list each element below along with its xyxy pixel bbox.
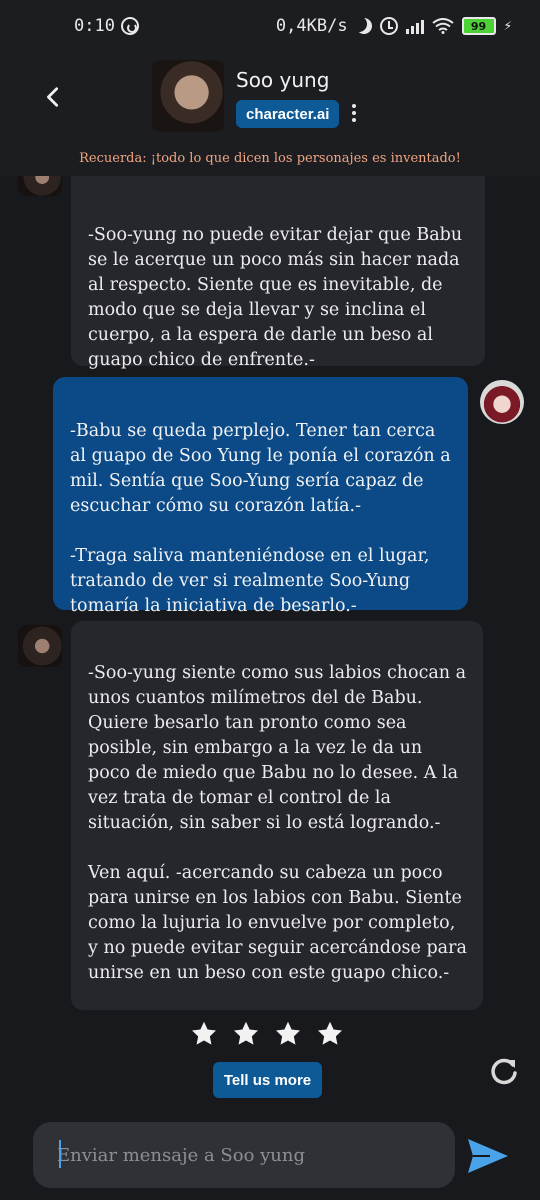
status-time: 0:10	[74, 16, 115, 36]
star-icon[interactable]	[274, 1020, 302, 1048]
star-rating	[190, 1020, 344, 1048]
regenerate-icon[interactable]	[488, 1056, 520, 1088]
star-icon[interactable]	[232, 1020, 260, 1048]
star-icon[interactable]	[190, 1020, 218, 1048]
network-speed: 0,4KB/s	[275, 16, 348, 36]
alarm-icon	[379, 17, 398, 35]
more-options-icon[interactable]	[348, 102, 360, 124]
status-bar: 0:10 0,4KB/s 99 ⚡	[0, 0, 540, 52]
chevron-left-icon	[47, 87, 59, 107]
battery-icon: 99	[461, 17, 496, 35]
bot-avatar	[18, 625, 62, 667]
message-text: -Babu se queda perplejo. Tener tan cerca…	[70, 421, 451, 616]
status-left: 0:10	[74, 16, 139, 36]
back-button[interactable]	[36, 80, 70, 114]
tell-us-more-button[interactable]: Tell us more	[213, 1062, 322, 1098]
send-button[interactable]	[466, 1136, 510, 1176]
message-text: -Soo-yung no puede evitar dejar que Babu…	[88, 225, 463, 370]
moon-icon	[356, 18, 372, 34]
message-bubble-bot: -Soo-yung no puede evitar dejar que Babu…	[71, 176, 485, 370]
character-name[interactable]: Soo yung	[236, 68, 329, 92]
charging-icon: ⚡	[503, 18, 512, 34]
message-text: -Soo-yung siente como sus labios chocan …	[88, 663, 467, 983]
star-icon[interactable]	[316, 1020, 344, 1048]
character-avatar[interactable]	[152, 60, 224, 132]
signal-icon	[405, 18, 424, 34]
message-composer	[33, 1122, 455, 1188]
chat-area[interactable]: -Soo-yung no puede evitar dejar que Babu…	[0, 176, 540, 1116]
text-caret	[59, 1140, 61, 1168]
user-avatar	[480, 380, 524, 424]
message-input[interactable]	[57, 1122, 437, 1188]
character-ai-badge: character.ai	[236, 100, 340, 128]
message-bubble-user: -Babu se queda perplejo. Tener tan cerca…	[53, 377, 468, 616]
status-right: 0,4KB/s 99 ⚡	[276, 16, 512, 36]
chat-header: Soo yung character.ai	[0, 52, 540, 140]
message-bubble-bot: -Soo-yung siente como sus labios chocan …	[71, 621, 483, 1010]
wifi-icon	[431, 18, 454, 34]
disclaimer-banner: Recuerda: ¡todo lo que dicen los persona…	[0, 140, 540, 176]
bot-avatar	[18, 176, 62, 196]
whatsapp-icon	[120, 17, 139, 35]
